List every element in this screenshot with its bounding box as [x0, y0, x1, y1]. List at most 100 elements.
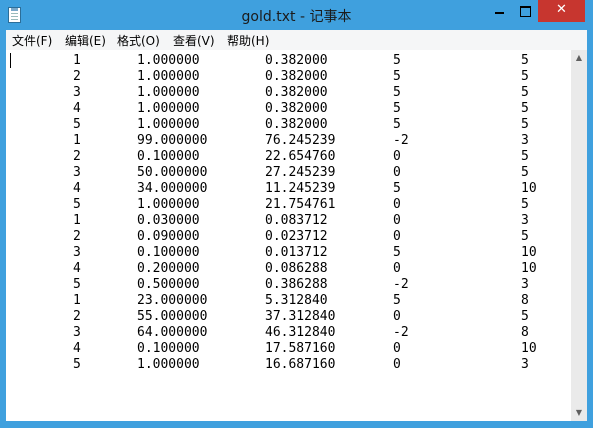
text-line: 4 0.100000 17.587160 0 10	[6, 341, 571, 357]
text-cell: 0.083712	[265, 213, 328, 228]
text-cell: 5	[521, 165, 529, 180]
text-cell: 1	[73, 213, 81, 228]
text-cell: 1.000000	[137, 69, 200, 84]
text-cell: 3	[521, 213, 529, 228]
text-cell: 5	[393, 293, 401, 308]
text-cell: 0	[393, 229, 401, 244]
scroll-up-icon[interactable]: ▲	[571, 50, 587, 66]
text-cell: 5	[393, 85, 401, 100]
text-editor[interactable]: 1 1.000000 0.382000 5 5 2 1.000000 0.382000 5 5 3 1…	[6, 50, 571, 421]
menu-edit[interactable]: 编辑(E)	[65, 32, 106, 49]
text-cell: 2	[73, 69, 81, 84]
text-cell: 0.023712	[265, 229, 328, 244]
text-cell: 5	[521, 69, 529, 84]
text-cell: 0	[393, 357, 401, 372]
text-line: 4 34.000000 11.245239 5 10	[6, 181, 571, 197]
menu-view[interactable]: 查看(V)	[173, 32, 215, 49]
text-cell: 0.013712	[265, 245, 328, 260]
text-cell: 0	[393, 197, 401, 212]
text-cell: 5	[521, 309, 529, 324]
text-cell: -2	[393, 133, 409, 148]
text-cell: 5	[521, 85, 529, 100]
text-cell: 5	[521, 53, 529, 68]
text-cell: 0	[393, 309, 401, 324]
text-cell: 5	[393, 69, 401, 84]
text-cell: 3	[521, 357, 529, 372]
text-line: 5 0.500000 0.386288 -2 3	[6, 277, 571, 293]
text-cell: 99.000000	[137, 133, 208, 148]
menu-help[interactable]: 帮助(H)	[227, 32, 269, 49]
text-cell: 37.312840	[265, 309, 336, 324]
text-cell: 0.382000	[265, 69, 328, 84]
text-cell: 3	[73, 85, 81, 100]
text-cell: 10	[521, 245, 537, 260]
text-cell: 5	[393, 117, 401, 132]
text-line: 1 1.000000 0.382000 5 5	[6, 53, 571, 69]
minimize-button[interactable]	[486, 0, 512, 22]
text-cell: 3	[73, 165, 81, 180]
text-cell: 3	[521, 277, 529, 292]
text-cell: 3	[73, 325, 81, 340]
text-line: 3 50.000000 27.245239 0 5	[6, 165, 571, 181]
text-cell: 5	[73, 277, 81, 292]
text-cell: 0.500000	[137, 277, 200, 292]
text-cell: 10	[521, 181, 537, 196]
text-cell: 50.000000	[137, 165, 208, 180]
vertical-scrollbar[interactable]: ▲ ▼	[571, 50, 587, 421]
text-cell: 0.200000	[137, 261, 200, 276]
text-cell: 0	[393, 341, 401, 356]
text-line: 2 1.000000 0.382000 5 5	[6, 69, 571, 85]
text-cell: 5	[521, 229, 529, 244]
client-area: 1 1.000000 0.382000 5 5 2 1.000000 0.382000 5 5 3 1…	[6, 50, 587, 421]
text-cell: 21.754761	[265, 197, 336, 212]
title-bar[interactable]: gold.txt - 记事本 ✕	[0, 0, 593, 30]
text-cell: 3	[73, 245, 81, 260]
text-cell: 0.100000	[137, 245, 200, 260]
text-line: 2 55.000000 37.312840 0 5	[6, 309, 571, 325]
text-cell: 8	[521, 293, 529, 308]
maximize-button[interactable]	[512, 0, 538, 22]
text-cell: 64.000000	[137, 325, 208, 340]
text-line: 4 1.000000 0.382000 5 5	[6, 101, 571, 117]
text-cell: -2	[393, 277, 409, 292]
scroll-down-icon[interactable]: ▼	[571, 405, 587, 421]
text-cell: 5.312840	[265, 293, 328, 308]
menu-format[interactable]: 格式(O)	[117, 32, 160, 49]
text-cell: 5	[521, 101, 529, 116]
text-cell: 34.000000	[137, 181, 208, 196]
text-line: 5 1.000000 16.687160 0 3	[6, 357, 571, 373]
text-cell: 2	[73, 149, 81, 164]
text-cell: 3	[521, 133, 529, 148]
text-cell: 4	[73, 341, 81, 356]
text-cell: 0.382000	[265, 101, 328, 116]
text-cell: 1.000000	[137, 357, 200, 372]
text-cell: 1.000000	[137, 85, 200, 100]
text-cell: 0	[393, 149, 401, 164]
text-cell: 0.090000	[137, 229, 200, 244]
text-cell: 0	[393, 165, 401, 180]
text-cell: 1	[73, 133, 81, 148]
text-line: 1 0.030000 0.083712 0 3	[6, 213, 571, 229]
text-cell: 4	[73, 261, 81, 276]
text-cell: 10	[521, 341, 537, 356]
text-cell: 5	[73, 117, 81, 132]
text-cell: 0.100000	[137, 341, 200, 356]
text-cell: 5	[73, 197, 81, 212]
menu-file[interactable]: 文件(F)	[12, 32, 52, 49]
close-button[interactable]: ✕	[538, 0, 585, 22]
text-cell: -2	[393, 325, 409, 340]
text-cell: 1.000000	[137, 197, 200, 212]
text-cell: 0.100000	[137, 149, 200, 164]
text-cell: 1.000000	[137, 53, 200, 68]
text-cell: 5	[393, 101, 401, 116]
text-cell: 0.086288	[265, 261, 328, 276]
text-cell: 0.382000	[265, 53, 328, 68]
text-cell: 5	[521, 149, 529, 164]
text-line: 1 23.000000 5.312840 5 8	[6, 293, 571, 309]
text-cell: 76.245239	[265, 133, 336, 148]
text-cell: 4	[73, 101, 81, 116]
notepad-window: gold.txt - 记事本 ✕ 文件(F) 编辑(E) 格式(O) 查看(V)…	[0, 0, 593, 428]
text-cell: 4	[73, 181, 81, 196]
text-line: 3 0.100000 0.013712 5 10	[6, 245, 571, 261]
text-cell: 5	[393, 181, 401, 196]
